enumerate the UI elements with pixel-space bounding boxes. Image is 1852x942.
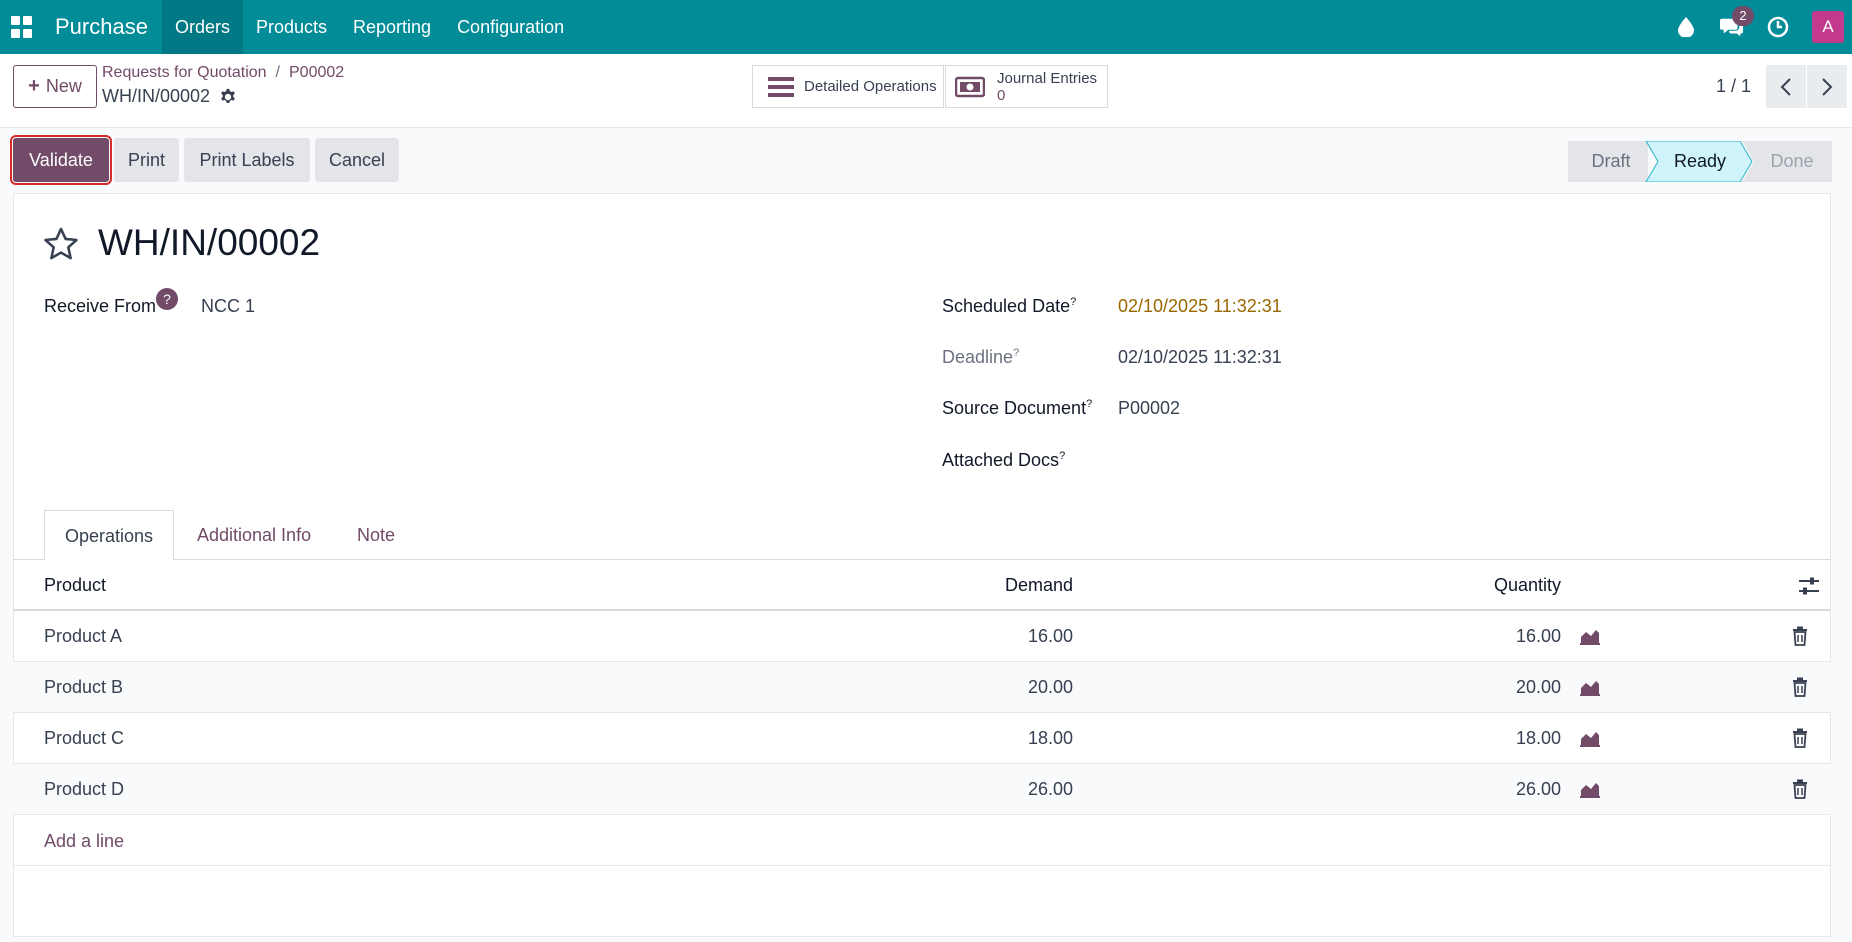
- source-document-label: Source Document?: [942, 398, 1093, 418]
- source-document-value[interactable]: P00002: [1118, 398, 1180, 419]
- clock-icon[interactable]: [1766, 15, 1790, 39]
- cell-quantity[interactable]: 20.00: [1361, 662, 1561, 713]
- tab-operations[interactable]: Operations: [44, 510, 175, 561]
- table-row[interactable]: Product A 16.00 16.00: [13, 611, 1831, 662]
- forecast-chart-icon[interactable]: [1579, 678, 1601, 696]
- menu-reporting[interactable]: Reporting: [340, 0, 444, 54]
- trash-icon[interactable]: [1792, 728, 1808, 748]
- table-header: Product Demand Quantity: [13, 560, 1831, 611]
- chat-badge: 2: [1732, 6, 1754, 26]
- list-icon: [768, 76, 794, 97]
- notebook-tabs: Operations Additional Info Note: [13, 510, 1831, 561]
- print-button[interactable]: Print: [114, 138, 179, 182]
- tab-additional-info[interactable]: Additional Info: [177, 510, 331, 560]
- column-settings-icon[interactable]: [1798, 576, 1820, 596]
- money-bill-icon: [955, 76, 985, 97]
- journal-entries-label: Journal Entries: [997, 69, 1098, 87]
- new-button-label: New: [45, 76, 82, 96]
- cell-demand[interactable]: 18.00: [873, 713, 1073, 764]
- cell-demand[interactable]: 16.00: [873, 611, 1073, 662]
- tooltip-icon[interactable]: ?: [1013, 347, 1019, 359]
- journal-entries-count: 0: [997, 86, 1006, 104]
- trash-icon[interactable]: [1792, 626, 1808, 646]
- tooltip-icon[interactable]: ?: [1070, 296, 1076, 308]
- record-name: WH/IN/00002: [102, 86, 237, 107]
- apps-grid-icon[interactable]: [11, 16, 33, 38]
- chat-icon[interactable]: 2: [1720, 6, 1754, 39]
- breadcrumb: Requests for Quotation / P00002: [102, 64, 345, 81]
- cancel-button[interactable]: Cancel: [315, 138, 399, 182]
- stage-draft[interactable]: Draft: [1568, 141, 1654, 182]
- receive-from-value[interactable]: NCC 1: [201, 296, 255, 317]
- column-quantity[interactable]: Quantity: [1361, 560, 1561, 611]
- add-line-row: Add a line: [13, 816, 1831, 866]
- add-line-link[interactable]: Add a line: [44, 816, 124, 866]
- menu-products[interactable]: Products: [243, 0, 340, 54]
- plus-icon: +: [28, 75, 40, 97]
- gear-icon[interactable]: [219, 88, 237, 106]
- cell-demand[interactable]: 20.00: [873, 662, 1073, 713]
- pager-previous-button[interactable]: [1766, 65, 1806, 108]
- page-title: WH/IN/00002: [98, 222, 321, 263]
- scheduled-date-value[interactable]: 02/10/2025 11:32:31: [1118, 296, 1282, 317]
- droplet-icon[interactable]: [1674, 15, 1698, 39]
- cell-quantity[interactable]: 18.00: [1361, 713, 1561, 764]
- help-icon[interactable]: ?: [156, 288, 179, 310]
- stage-done[interactable]: Done: [1752, 141, 1832, 182]
- forecast-chart-icon[interactable]: [1579, 627, 1601, 645]
- tab-note[interactable]: Note: [337, 510, 415, 560]
- menu-orders[interactable]: Orders: [161, 0, 243, 54]
- pager-value[interactable]: 1 / 1: [1716, 76, 1751, 97]
- tooltip-icon[interactable]: ?: [1086, 398, 1092, 410]
- deadline-value: 02/10/2025 11:32:31: [1118, 347, 1282, 367]
- attached-docs-label: Attached Docs?: [942, 450, 1066, 470]
- journal-entries-button[interactable]: Journal Entries 0: [945, 65, 1108, 108]
- receive-from-label: Receive From?: [44, 288, 179, 317]
- breadcrumb-po[interactable]: P00002: [289, 64, 344, 81]
- scheduled-date-label: Scheduled Date?: [942, 296, 1077, 316]
- detailed-operations-label: Detailed Operations: [804, 78, 937, 95]
- table-row[interactable]: Product B 20.00 20.00: [13, 662, 1831, 713]
- detailed-operations-button[interactable]: Detailed Operations: [752, 65, 944, 108]
- validate-button[interactable]: Validate: [10, 135, 112, 185]
- control-panel: + New Requests for Quotation / P00002 WH/I…: [0, 54, 1852, 128]
- tooltip-icon[interactable]: ?: [1059, 450, 1065, 462]
- app-brand[interactable]: Purchase: [55, 14, 148, 40]
- table-row[interactable]: Product D 26.00 26.00: [13, 764, 1831, 815]
- trash-icon[interactable]: [1792, 779, 1808, 799]
- menu-configuration[interactable]: Configuration: [444, 0, 577, 54]
- forecast-chart-icon[interactable]: [1579, 729, 1601, 747]
- cell-product[interactable]: Product C: [44, 713, 124, 764]
- deadline-label: Deadline?: [942, 347, 1020, 367]
- cell-product[interactable]: Product B: [44, 662, 123, 713]
- breadcrumb-rfq[interactable]: Requests for Quotation: [102, 64, 267, 81]
- cell-quantity[interactable]: 26.00: [1361, 764, 1561, 815]
- column-product[interactable]: Product: [44, 560, 106, 611]
- chevron-right-icon: [1822, 77, 1833, 96]
- user-avatar[interactable]: A: [1812, 11, 1844, 43]
- chevron-left-icon: [1780, 77, 1791, 96]
- column-demand[interactable]: Demand: [873, 560, 1073, 611]
- new-button[interactable]: + New: [13, 65, 97, 108]
- cell-demand[interactable]: 26.00: [873, 764, 1073, 815]
- stage-ready[interactable]: Ready: [1660, 141, 1740, 182]
- cell-product[interactable]: Product D: [44, 764, 124, 815]
- star-icon[interactable]: [42, 225, 80, 263]
- cell-quantity[interactable]: 16.00: [1361, 611, 1561, 662]
- forecast-chart-icon[interactable]: [1579, 780, 1601, 798]
- cell-product[interactable]: Product A: [44, 611, 122, 662]
- table-row[interactable]: Product C 18.00 18.00: [13, 713, 1831, 764]
- top-navbar: Purchase Orders Products Reporting Confi…: [0, 0, 1852, 54]
- print-labels-button[interactable]: Print Labels: [184, 138, 310, 182]
- trash-icon[interactable]: [1792, 677, 1808, 697]
- pager-next-button[interactable]: [1807, 65, 1847, 108]
